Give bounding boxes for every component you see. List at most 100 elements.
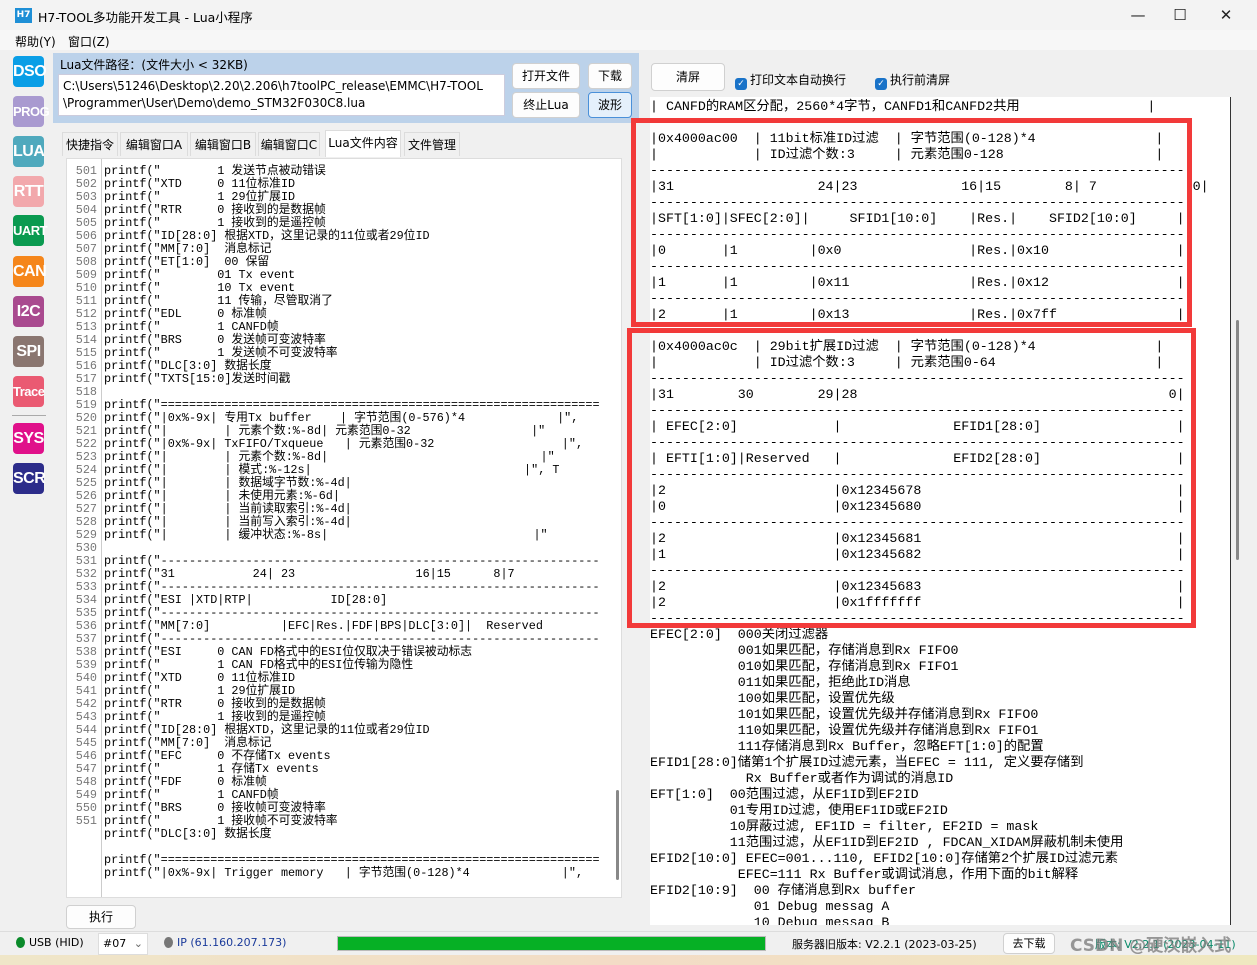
code-text: printf("RTR 0 接收到的是数据帧 bbox=[104, 203, 326, 217]
sidebar-item-rtt[interactable]: RTT bbox=[13, 176, 44, 207]
code-text: printf(" 1 发送帧不可变波特率 bbox=[104, 346, 338, 360]
code-text: printf("| | 缓冲状态:%-8s| |" bbox=[104, 528, 548, 542]
auto-wrap-checkbox[interactable]: ✓ 打印文本自动换行 bbox=[735, 71, 846, 90]
code-text: printf("EFC 0 不存储Tx events bbox=[104, 749, 331, 763]
tab-4[interactable]: 编辑窗口C bbox=[258, 132, 320, 156]
code-text: printf("ID[28:0] 根据XTD，这里记录的11位或者29位ID bbox=[104, 723, 430, 737]
code-text: printf("--------------------------------… bbox=[104, 554, 600, 568]
sidebar-item-i2c[interactable]: I2C bbox=[13, 296, 44, 327]
code-text: printf(" 1 29位扩展ID bbox=[104, 684, 296, 698]
tab-5[interactable]: Lua文件内容 bbox=[325, 130, 401, 157]
code-text: printf(" 01 Tx event bbox=[104, 268, 296, 282]
output-line: 010如果匹配，存储消息到Rx FIFO1 bbox=[650, 659, 959, 674]
sidebar-item-lua[interactable]: LUA bbox=[13, 136, 45, 167]
lua-code-editor[interactable]: 501 printf(" 1 发送节点被动错误 502 printf("XTD 0 1… bbox=[66, 158, 622, 898]
output-line: 011如果匹配，拒绝此ID消息 bbox=[650, 675, 911, 690]
output-line: EFID2[10:9] 00 存储消息到Rx buffer bbox=[650, 883, 916, 898]
code-text: printf(" 11 传输，尽管取消了 bbox=[104, 294, 333, 308]
code-text: printf("ID[28:0] 根据XTD，这里记录的11位或者29位ID bbox=[104, 229, 430, 243]
code-text: printf("| | 当前读取索引:%-4d| bbox=[104, 502, 352, 516]
output-line: 10 Debug messag B bbox=[650, 915, 890, 925]
usb-status: USB (HID) bbox=[16, 936, 84, 949]
output-line: 110如果匹配，设置优先级并存储消息到Rx FIFO1 bbox=[650, 723, 1039, 738]
output-line: EFT[1:0] 00范围过滤，从EF1ID到EF2ID bbox=[650, 787, 919, 802]
usb-label: USB (HID) bbox=[29, 936, 84, 949]
output-line: Rx Buffer或者作为调试的消息ID bbox=[650, 771, 954, 786]
code-text: printf("| | 当前写入索引:%-4d| bbox=[104, 515, 352, 529]
sidebar-item-uart[interactable]: UART bbox=[13, 215, 48, 246]
code-text: printf("--------------------------------… bbox=[104, 632, 600, 646]
code-text: printf("BRS 0 接收帧可变波特率 bbox=[104, 801, 326, 815]
progress-fill bbox=[338, 937, 765, 950]
port-dropdown[interactable]: #07 ⌄ bbox=[98, 933, 148, 955]
code-text: printf("XTD 0 11位标准ID bbox=[104, 671, 296, 685]
goto-download-button[interactable]: 去下载 bbox=[1003, 933, 1055, 954]
code-text: printf(" 1 CAN FD格式中的ESI位传输为隐性 bbox=[104, 658, 414, 672]
watermark: CSDN @硬汉嵌入式 bbox=[1070, 936, 1232, 956]
sidebar-item-sys[interactable]: SYS bbox=[13, 423, 44, 454]
server-version: 服务器旧版本: V2.2.1 (2023-03-25) bbox=[792, 938, 977, 951]
usb-connected-icon bbox=[16, 937, 25, 948]
tab-1[interactable]: 快捷指令 bbox=[62, 132, 118, 156]
sidebar-item-spi[interactable]: SPI bbox=[13, 336, 44, 367]
sidebar-item-scr[interactable]: SCR bbox=[13, 463, 46, 494]
sidebar-item-dso[interactable]: DSO bbox=[13, 56, 47, 87]
output-scrollbar[interactable] bbox=[1236, 320, 1239, 560]
output-line: 01专用ID过滤，使用EF1ID或EF2ID bbox=[650, 803, 948, 818]
lua-path-input[interactable]: C:\Users\51246\Desktop\2.20\2.206\h7tool… bbox=[58, 74, 505, 116]
code-text: printf("|0x%-9x| Trigger memory | 字节范围(0… bbox=[104, 866, 584, 880]
maximize-button[interactable]: ☐ bbox=[1165, 4, 1195, 26]
code-text: printf("MM[7:0] 消息标记 bbox=[104, 242, 272, 256]
waveform-button[interactable]: 波形 bbox=[588, 92, 632, 118]
clear-screen-button[interactable]: 清屏 bbox=[651, 63, 725, 91]
code-text: printf("| | 数据域字节数:%-4d| bbox=[104, 476, 352, 490]
output-line: 001如果匹配，存储消息到Rx FIFO0 bbox=[650, 643, 959, 658]
code-text: printf("TXTS[15:0]发送时间戳 bbox=[104, 372, 291, 386]
code-text: printf("MM[7:0] 消息标记 bbox=[104, 736, 272, 750]
code-text: printf(" 1 存储Tx events bbox=[104, 762, 319, 776]
code-line: 517 printf("TXTS[15:0]发送时间戳 bbox=[67, 372, 291, 386]
menu-help[interactable]: 帮助(Y) bbox=[15, 33, 56, 50]
highlight-box-standard-filter bbox=[631, 118, 1192, 327]
close-button[interactable]: ✕ bbox=[1211, 4, 1241, 26]
code-text: printf("| | 未使用元素:%-6d| bbox=[104, 489, 340, 503]
open-file-button[interactable]: 打开文件 bbox=[512, 63, 580, 89]
output-line: 111存储消息到Rx Buffer，忽略EFT[1:0]的配置 bbox=[650, 739, 1044, 754]
output-line: EFEC=111 Rx Buffer或调试消息，作用下面的bit解释 bbox=[650, 867, 1079, 882]
code-text: printf("================================… bbox=[104, 398, 600, 412]
code-text: printf(" 1 29位扩展ID bbox=[104, 190, 296, 204]
ip-disconnected-icon bbox=[164, 937, 173, 948]
code-text: printf("RTR 0 接收到的是数据帧 bbox=[104, 697, 326, 711]
output-line: 01 Debug messag A bbox=[650, 899, 890, 914]
output-line: EFEC[2:0] 000关闭过滤器 bbox=[650, 627, 829, 642]
sidebar-item-prog[interactable]: PROG bbox=[13, 96, 50, 127]
output-line: EFID1[28:0]储第1个扩展ID过滤元素，当EFEC = 111, 定义要… bbox=[650, 755, 1084, 770]
download-button[interactable]: 下载 bbox=[588, 63, 632, 89]
sidebar-item-trace[interactable]: Trace bbox=[13, 376, 45, 407]
minimize-button[interactable]: — bbox=[1123, 4, 1153, 26]
code-text: printf("31 24| 23 16|15 8|7 bbox=[104, 567, 515, 581]
code-text: printf("MM[7:0] |EFC|Res.|FDF|BPS|DLC[3:… bbox=[104, 619, 543, 633]
line-number: 551 bbox=[75, 814, 97, 828]
output-line: 100如果匹配，设置优先级 bbox=[650, 691, 895, 706]
editor-scrollbar[interactable] bbox=[616, 790, 619, 880]
run-button[interactable]: 执行 bbox=[66, 905, 136, 929]
highlight-box-extended-filter bbox=[627, 328, 1196, 628]
menu-window[interactable]: 窗口(Z) bbox=[68, 33, 110, 50]
code-line: printf("|0x%-9x| Trigger memory | 字节范围(0… bbox=[67, 867, 583, 880]
tab-6[interactable]: 文件管理 bbox=[404, 132, 460, 156]
tab-2[interactable]: 编辑窗口A bbox=[120, 132, 188, 156]
sidebar-divider bbox=[12, 415, 46, 416]
code-text: printf("EDL 0 标准帧 bbox=[104, 307, 267, 321]
path-label: Lua文件路径：(文件大小 < 32KB) bbox=[60, 58, 248, 72]
tab-3[interactable]: 编辑窗口B bbox=[190, 132, 256, 156]
clear-before-run-checkbox[interactable]: ✓ 执行前清屏 bbox=[875, 71, 950, 90]
checkbox-checked-icon: ✓ bbox=[875, 78, 887, 90]
code-text: printf("ESI |XTD|RTP| ID[28:0] bbox=[104, 593, 388, 607]
code-text: printf("|0x%-9x| TxFIFO/Txqueue | 元素范围0-… bbox=[104, 437, 584, 451]
desktop-strip bbox=[0, 955, 1257, 965]
code-text: printf(" 1 发送节点被动错误 bbox=[104, 164, 326, 178]
output-line: EFID2[10:0] EFEC=001...110, EFID2[10:0]存… bbox=[650, 851, 1119, 866]
stop-lua-button[interactable]: 终止Lua bbox=[512, 92, 580, 118]
sidebar-item-can[interactable]: CAN bbox=[13, 256, 47, 287]
